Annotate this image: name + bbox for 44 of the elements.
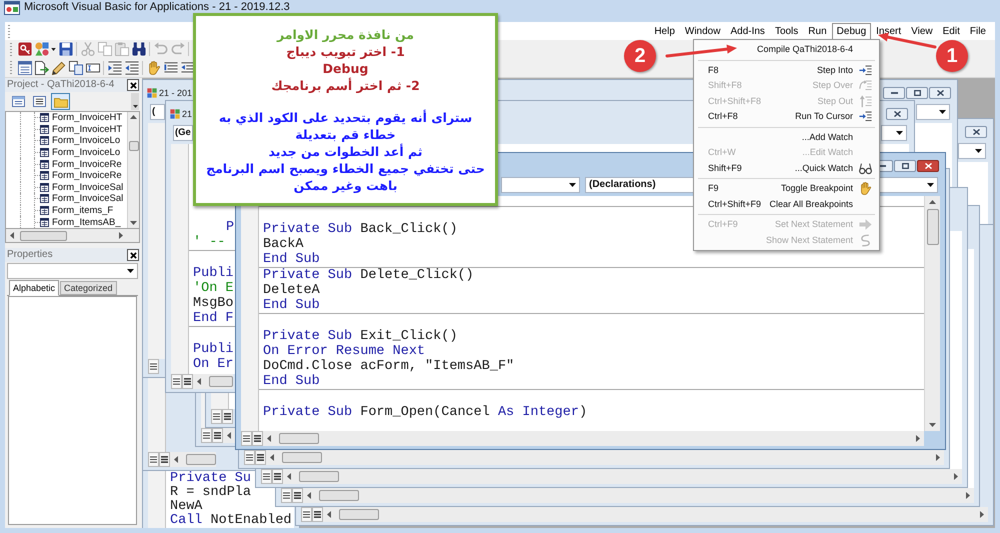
window-title: 21 - 201 — [159, 88, 192, 98]
code-line: Private Su — [170, 472, 252, 486]
instruction-heading: من نافذة محرر الاوامر — [276, 26, 414, 42]
code-line: DoCmd.Close acForm, "ItemsAB_F" — [263, 359, 514, 374]
code-line: On Er — [193, 357, 234, 372]
shortcut-text: Shift+F9 — [708, 162, 742, 174]
code-line: ' -- — [193, 235, 226, 250]
code-line: Private Sub Exit_Click() — [263, 329, 458, 344]
shortcut-text: Ctrl+Shift+F9 — [708, 198, 762, 210]
code-line: MsgBo — [193, 296, 234, 311]
pane-title: Properties — [7, 249, 53, 261]
instruction-note: ثم أعد الخطوات من جديد — [268, 142, 422, 160]
instruction-step: Debug — [322, 60, 368, 76]
code-line: End Sub — [263, 374, 320, 389]
pane-title: Project - QaThi2018-6-4 — [7, 79, 114, 91]
shortcut-text: Shift+F8 — [708, 80, 742, 92]
code-line: End Sub — [263, 252, 320, 267]
shortcut-text: F8 — [708, 64, 719, 76]
code-line: DeleteA — [263, 283, 320, 298]
window-title: 21 — [182, 108, 192, 120]
shortcut-text: F9 — [708, 183, 719, 194]
window-title: Microsoft Visual Basic for Applications - 21 - 2019.12.3 — [24, 1, 290, 13]
code-line: 'On E — [193, 281, 234, 296]
instruction-note: حتى تختفي جميع الخطاء ويصبح اسم البرنامج باهت وغير ممكن — [205, 160, 486, 194]
code-line: P — [226, 220, 234, 235]
code-line: Private Sub Form_Open(Cancel As Integer) — [263, 405, 588, 420]
instruction-step: 1- اختر تبويب ديباج — [286, 42, 405, 60]
shortcut-text: Ctrl+Shift+F8 — [708, 96, 762, 107]
instruction-note: ستراى أنه يقوم بتحديد على الكود الذي به خطاء قم بتعديلة — [218, 108, 474, 142]
code-line: Publi — [193, 342, 234, 357]
code-line: R = sndPla — [170, 486, 252, 500]
code-line: Call NotEnabled — [170, 514, 292, 528]
code-line: Publi — [193, 266, 234, 281]
instruction-step: 2- ثم اختر أسم برنامجك — [271, 76, 420, 94]
shortcut-text: Ctrl+F9 — [708, 219, 738, 230]
shortcut-text: Ctrl+F8 — [708, 111, 738, 122]
code-line: NewA — [170, 500, 202, 514]
code-line: On Error Resume Next — [263, 344, 426, 359]
code-line: End Sub — [263, 298, 320, 313]
code-line: BackA — [263, 237, 304, 252]
code-line: Private Sub Back_Click() — [263, 222, 458, 237]
code-line: Private Sub Delete_Click() — [263, 268, 474, 283]
code-line: End F — [193, 311, 234, 326]
shortcut-text: Ctrl+W — [708, 147, 736, 158]
